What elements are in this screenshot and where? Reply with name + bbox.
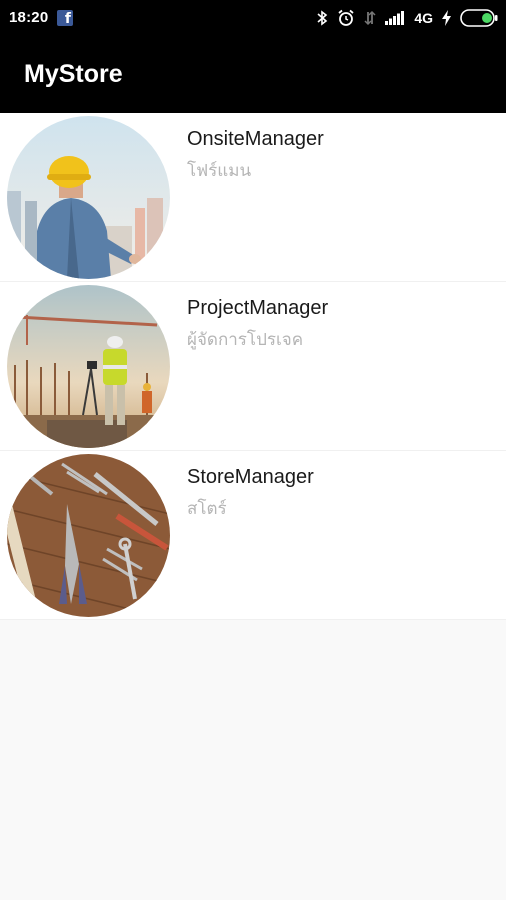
- battery-icon: [460, 9, 498, 27]
- role-list: OnsiteManager โฟร์แมน ProjectManager ผู้…: [0, 113, 506, 620]
- data-transfer-icon: [364, 10, 376, 26]
- signal-icon: [385, 11, 405, 25]
- list-item-store-manager[interactable]: StoreManager สโตร์: [0, 451, 506, 620]
- app-bar: MyStore: [0, 36, 506, 113]
- construction-site-image: [7, 285, 170, 448]
- role-subtitle: สโตร์: [187, 499, 227, 518]
- role-title: StoreManager: [187, 466, 314, 488]
- facebook-icon: f: [57, 10, 73, 27]
- bluetooth-icon: [317, 10, 328, 26]
- list-item-project-manager[interactable]: ProjectManager ผู้จัดการโปรเจค: [0, 282, 506, 451]
- role-subtitle: โฟร์แมน: [187, 161, 252, 180]
- worker-hardhat-image: [7, 116, 170, 279]
- charging-icon: [442, 10, 451, 26]
- project-manager-image: [7, 285, 170, 448]
- status-time: 18:20: [9, 9, 49, 26]
- network-type: 4G: [414, 10, 433, 26]
- role-title: OnsiteManager: [187, 128, 324, 150]
- role-subtitle: ผู้จัดการโปรเจค: [187, 330, 304, 349]
- status-bar: 18:20 f 4G: [0, 0, 506, 36]
- role-title: ProjectManager: [187, 297, 329, 319]
- app-title: MyStore: [24, 60, 123, 88]
- list-item-onsite-manager[interactable]: OnsiteManager โฟร์แมน: [0, 113, 506, 282]
- store-manager-image: [7, 454, 170, 617]
- alarm-icon: [338, 9, 354, 26]
- tools-on-wood-image: [7, 454, 170, 617]
- onsite-manager-image: [7, 116, 170, 279]
